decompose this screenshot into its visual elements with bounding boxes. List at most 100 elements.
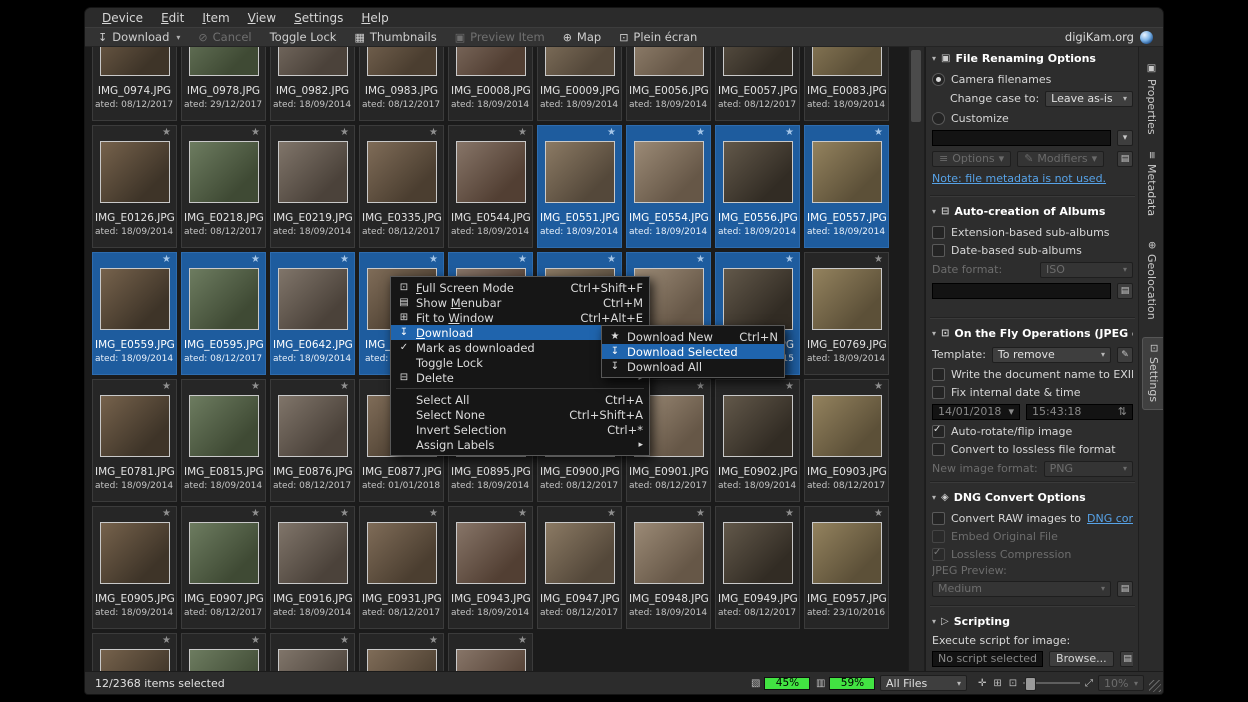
- thumbnail-img-e0957-jpg[interactable]: ★IMG_E0957.JPGated: 23/10/2016 17: [804, 506, 889, 629]
- thumbnail-img-e0057-jpg[interactable]: ★IMG_E0057.JPGated: 08/12/2017 18: [715, 47, 800, 121]
- grid-scrollbar-thumb[interactable]: [911, 50, 921, 122]
- thumbnail-img-e0554-jpg[interactable]: ★IMG_E0554.JPGated: 18/09/2014 15: [626, 125, 711, 248]
- menu-item-show-menubar[interactable]: ▤Show MenubarCtrl+M: [391, 295, 649, 310]
- toolbar-button-preview-item[interactable]: ▣Preview Item: [448, 28, 552, 46]
- autorotate-row[interactable]: Auto-rotate/flip image: [932, 422, 1133, 440]
- modifiers-button[interactable]: ✎ Modifiers ▾: [1017, 151, 1104, 167]
- thumbnail-img-e0903-jpg[interactable]: ★IMG_E0903.JPGated: 08/12/2017 18: [804, 379, 889, 502]
- dng-info-button[interactable]: ▤: [1117, 581, 1133, 597]
- thumbnail-img-e0056-jpg[interactable]: ★IMG_E0056.JPGated: 18/09/2014 15: [626, 47, 711, 121]
- jpeg-preview-dropdown[interactable]: Medium ▾: [932, 581, 1111, 597]
- thumbnail-img-e0931-jpg[interactable]: ★IMG_E0931.JPGated: 08/12/2017 18: [359, 506, 444, 629]
- checkbox-convert-raw[interactable]: [932, 512, 945, 525]
- thumbnail-img-0974-jpg[interactable]: ★IMG_0974.JPGated: 08/12/2017 18: [92, 47, 177, 121]
- tab-metadata[interactable]: ≡Metadata: [1141, 145, 1162, 222]
- thumbnail-img-e0544-jpg[interactable]: ★IMG_E0544.JPGated: 18/09/2014 15: [448, 125, 533, 248]
- toolbar-button-download[interactable]: ↧Download▾: [91, 28, 187, 46]
- thumbnail-img-e0916-jpg[interactable]: ★IMG_E0916.JPGated: 18/09/2014 15: [270, 506, 355, 629]
- thumbnail-img-e0781-jpg[interactable]: ★IMG_E0781.JPGated: 18/09/2014 15: [92, 379, 177, 502]
- metadata-note-link[interactable]: Note: file metadata is not used.: [932, 172, 1106, 185]
- menu-item-fit-to-window[interactable]: ⊞Fit to WindowCtrl+Alt+E: [391, 310, 649, 325]
- thumbnail-img-e0642-jpg[interactable]: ★IMG_E0642.JPGated: 18/09/2014 15: [270, 252, 355, 375]
- menu-item-download-all[interactable]: ↧Download All: [602, 359, 784, 374]
- thumbnail-img-e0008-jpg[interactable]: ★IMG_E0008.JPGated: 18/09/2014 15: [448, 47, 533, 121]
- date-input[interactable]: 14/01/2018 ▾: [932, 404, 1020, 420]
- thumbnail-r5c2[interactable]: ★: [270, 633, 355, 671]
- menu-item-select-none[interactable]: Select NoneCtrl+Shift+A: [391, 407, 649, 422]
- menu-item-full-screen-mode[interactable]: ⊡Full Screen ModeCtrl+Shift+F: [391, 280, 649, 295]
- thumbnail-img-e0815-jpg[interactable]: ★IMG_E0815.JPGated: 18/09/2014 15: [181, 379, 266, 502]
- date-subalbums-row[interactable]: Date-based sub-albums: [932, 241, 1133, 259]
- thumbnail-img-e0083-jpg[interactable]: ★IMG_E0083.JPGated: 18/09/2014 15: [804, 47, 889, 121]
- thumbnail-img-e0556-jpg[interactable]: ★IMG_E0556.JPGated: 18/09/2014 15: [715, 125, 800, 248]
- menubar-item-edit[interactable]: Edit: [152, 11, 193, 25]
- tab-settings[interactable]: ⊡Settings: [1142, 337, 1163, 410]
- zoom-select-icon[interactable]: ✛: [978, 678, 986, 689]
- fit-window-icon[interactable]: ⊞: [993, 678, 1001, 689]
- browse-button[interactable]: Browse...: [1049, 651, 1114, 667]
- checkbox-date-subalbums[interactable]: [932, 244, 945, 257]
- thumbnail-img-e0009-jpg[interactable]: ★IMG_E0009.JPGated: 18/09/2014 15: [537, 47, 622, 121]
- checkbox-autorotate[interactable]: [932, 425, 945, 438]
- fix-date-row[interactable]: Fix internal date & time: [932, 383, 1133, 401]
- thumbnail-img-0978-jpg[interactable]: ★IMG_0978.JPGated: 29/12/2017 19: [181, 47, 266, 121]
- checkbox-lossless-compression[interactable]: [932, 548, 945, 561]
- otf-header[interactable]: ▾ ⊡ On the Fly Operations (JPEG only): [932, 324, 1133, 342]
- checkbox-ext-subalbums[interactable]: [932, 226, 945, 239]
- thumbnail-img-e0949-jpg[interactable]: ★IMG_E0949.JPGated: 08/12/2017 18: [715, 506, 800, 629]
- menu-item-download-new[interactable]: ★Download NewCtrl+N: [602, 329, 784, 344]
- albums-header[interactable]: ▾ ⊟ Auto-creation of Albums: [932, 202, 1133, 220]
- checkbox-exif-name[interactable]: [932, 368, 945, 381]
- toolbar-button-map[interactable]: ⊕Map: [556, 28, 609, 46]
- thumbnail-img-e0769-jpg[interactable]: ★IMG_E0769.JPGated: 18/09/2014 15: [804, 252, 889, 375]
- thumbnail-img-e0902-jpg[interactable]: ★IMG_E0902.JPGated: 18/09/2014 15: [715, 379, 800, 502]
- thumbnail-img-e0557-jpg[interactable]: ★IMG_E0557.JPGated: 18/09/2014 15: [804, 125, 889, 248]
- thumbnail-img-e0947-jpg[interactable]: ★IMG_E0947.JPGated: 08/12/2017 18: [537, 506, 622, 629]
- date-format-help-button[interactable]: ▤: [1117, 283, 1133, 299]
- checkbox-lossless-format[interactable]: [932, 443, 945, 456]
- thumbnail-img-e0335-jpg[interactable]: ★IMG_E0335.JPGated: 08/12/2017 18: [359, 125, 444, 248]
- script-input[interactable]: No script selected: [932, 651, 1043, 667]
- menu-item-assign-labels[interactable]: Assign Labels▸: [391, 437, 649, 452]
- radio-camera-filenames[interactable]: [932, 73, 945, 86]
- new-format-dropdown[interactable]: PNG ▾: [1044, 461, 1133, 477]
- checkbox-embed-original[interactable]: [932, 530, 945, 543]
- pattern-dropdown-button[interactable]: ▾: [1117, 130, 1133, 146]
- menu-item-invert-selection[interactable]: Invert SelectionCtrl+*: [391, 422, 649, 437]
- toolbar-button-thumbnails[interactable]: ▦Thumbnails: [347, 28, 443, 46]
- zoom-level-dropdown[interactable]: 10% ▾: [1098, 675, 1144, 691]
- file-filter-dropdown[interactable]: All Files ▾: [880, 675, 967, 691]
- thumbnail-size-slider[interactable]: [1023, 672, 1080, 694]
- caret-down-icon[interactable]: ▾: [176, 33, 180, 42]
- dng-container-link[interactable]: DNG container: [1087, 512, 1133, 525]
- exif-name-row[interactable]: Write the document name to EXIF: [932, 365, 1133, 383]
- change-case-dropdown[interactable]: Leave as-is ▾: [1045, 91, 1133, 107]
- template-dropdown[interactable]: To remove ▾: [992, 347, 1111, 363]
- toolbar-button-cancel[interactable]: ⊘Cancel: [191, 28, 258, 46]
- thumbnail-img-e0595-jpg[interactable]: ★IMG_E0595.JPGated: 08/12/2017 18: [181, 252, 266, 375]
- toolbar-button-plein-cran[interactable]: ⊡Plein écran: [612, 28, 704, 46]
- thumbnail-img-e0948-jpg[interactable]: ★IMG_E0948.JPGated: 18/09/2014 15: [626, 506, 711, 629]
- thumbnail-img-e0126-jpg[interactable]: ★IMG_E0126.JPGated: 18/09/2014 15: [92, 125, 177, 248]
- menubar-item-settings[interactable]: Settings: [285, 11, 352, 25]
- thumbnail-img-e0907-jpg[interactable]: ★IMG_E0907.JPGated: 08/12/2017 18: [181, 506, 266, 629]
- thumbnail-r5c3[interactable]: ★: [359, 633, 444, 671]
- camera-filenames-option[interactable]: Camera filenames: [932, 70, 1133, 88]
- thumbnail-img-e0559-jpg[interactable]: ★IMG_E0559.JPGated: 18/09/2014 15: [92, 252, 177, 375]
- script-help-button[interactable]: ▤: [1120, 651, 1133, 667]
- date-format-dropdown[interactable]: ISO ▾: [1040, 262, 1133, 278]
- customize-option[interactable]: Customize: [932, 109, 1133, 127]
- ext-subalbums-row[interactable]: Extension-based sub-albums: [932, 223, 1133, 241]
- scripting-header[interactable]: ▾ ▷ Scripting: [932, 612, 1133, 630]
- convert-raw-row[interactable]: Convert RAW images to DNG container: [932, 509, 1133, 527]
- menubar-item-item[interactable]: Item: [193, 11, 238, 25]
- tab-properties[interactable]: ▣Properties: [1141, 57, 1162, 141]
- radio-customize[interactable]: [932, 112, 945, 125]
- thumbnail-img-e0218-jpg[interactable]: ★IMG_E0218.JPGated: 08/12/2017 18: [181, 125, 266, 248]
- thumbnail-r5c1[interactable]: ★: [181, 633, 266, 671]
- thumbnail-img-e0219-jpg[interactable]: ★IMG_E0219.JPGated: 18/09/2014 15: [270, 125, 355, 248]
- thumbnail-img-e0876-jpg[interactable]: ★IMG_E0876.JPGated: 08/12/2017 18: [270, 379, 355, 502]
- rename-pattern-input[interactable]: [932, 130, 1111, 146]
- menubar-item-help[interactable]: Help: [352, 11, 397, 25]
- thumbnail-img-0982-jpg[interactable]: ★IMG_0982.JPGated: 18/09/2014 15: [270, 47, 355, 121]
